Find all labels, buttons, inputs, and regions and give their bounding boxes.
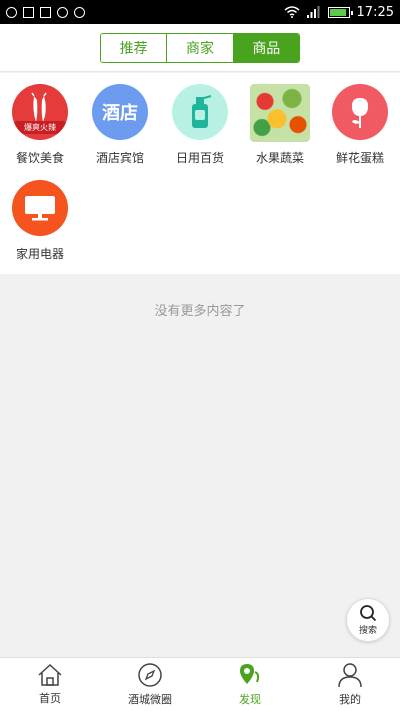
- battery-icon: [327, 6, 353, 18]
- category-label: 酒店宾馆: [95, 151, 144, 165]
- globe-icon: [57, 6, 68, 18]
- search-button[interactable]: 搜索: [346, 598, 390, 642]
- tab-products[interactable]: 商品: [232, 33, 299, 62]
- wifi-icon: [284, 6, 300, 18]
- nav-home[interactable]: 首页: [0, 658, 100, 711]
- notification-icons: [6, 6, 85, 18]
- compass-icon: [138, 663, 162, 687]
- flower-icon: [332, 84, 388, 140]
- monitor-icon: [12, 180, 68, 236]
- category-label: 水果蔬菜: [255, 151, 304, 165]
- nav-label: 酒城微圈: [128, 693, 172, 706]
- category-fruit-veg[interactable]: 水果蔬菜: [240, 84, 320, 166]
- no-more-content-text: 没有更多内容了: [154, 304, 246, 319]
- tab-recommend[interactable]: 推荐: [101, 33, 167, 62]
- user-icon: [338, 663, 362, 688]
- category-label: 鲜花蛋糕: [335, 151, 384, 165]
- category-food[interactable]: 爆爽火辣 餐饮美食: [0, 84, 80, 166]
- status-bar: 17:25: [0, 0, 400, 24]
- header: 推荐 商家 商品: [0, 24, 400, 72]
- message-icon: [74, 6, 85, 18]
- status-time: 17:25: [356, 4, 394, 20]
- chili-pepper-icon: 爆爽火辣: [12, 84, 68, 140]
- category-flowers-cake[interactable]: 鲜花蛋糕: [320, 84, 400, 166]
- segmented-tabs: 推荐 商家 商品: [100, 32, 300, 63]
- search-icon: [360, 605, 377, 622]
- signal-icon: [306, 6, 320, 18]
- hotel-icon: 酒店: [92, 84, 148, 140]
- nav-moments[interactable]: 酒城微圈: [100, 658, 200, 711]
- hot-badge: 爆爽火辣: [14, 121, 66, 134]
- tab-merchants[interactable]: 商家: [166, 33, 233, 62]
- category-label: 家用电器: [15, 247, 64, 261]
- category-label: 日用百货: [175, 151, 224, 165]
- nav-label: 发现: [239, 693, 261, 706]
- nav-profile[interactable]: 我的: [300, 658, 400, 711]
- q-icon: [6, 6, 17, 18]
- home-icon: [38, 663, 62, 686]
- spray-bottle-icon: [172, 84, 228, 140]
- search-label: 搜索: [358, 626, 377, 636]
- nav-discover[interactable]: 发现: [200, 658, 300, 711]
- category-label: 餐饮美食: [15, 151, 64, 165]
- category-hotel[interactable]: 酒店 酒店宾馆: [80, 84, 160, 166]
- category-grid: 爆爽火辣 餐饮美食 酒店 酒店宾馆 日用百货 水果蔬菜 鲜花蛋糕 家用电器: [0, 73, 400, 274]
- nav-label: 首页: [39, 692, 61, 705]
- location-pin-icon: [240, 664, 260, 684]
- category-appliances[interactable]: 家用电器: [0, 180, 80, 262]
- vegetables-image: [250, 84, 310, 142]
- grid-icon: [40, 6, 51, 18]
- nav-label: 我的: [339, 693, 361, 706]
- image-icon: [23, 6, 34, 18]
- bottom-nav: 首页 酒城微圈 发现 我的: [0, 657, 400, 711]
- category-daily-goods[interactable]: 日用百货: [160, 84, 240, 166]
